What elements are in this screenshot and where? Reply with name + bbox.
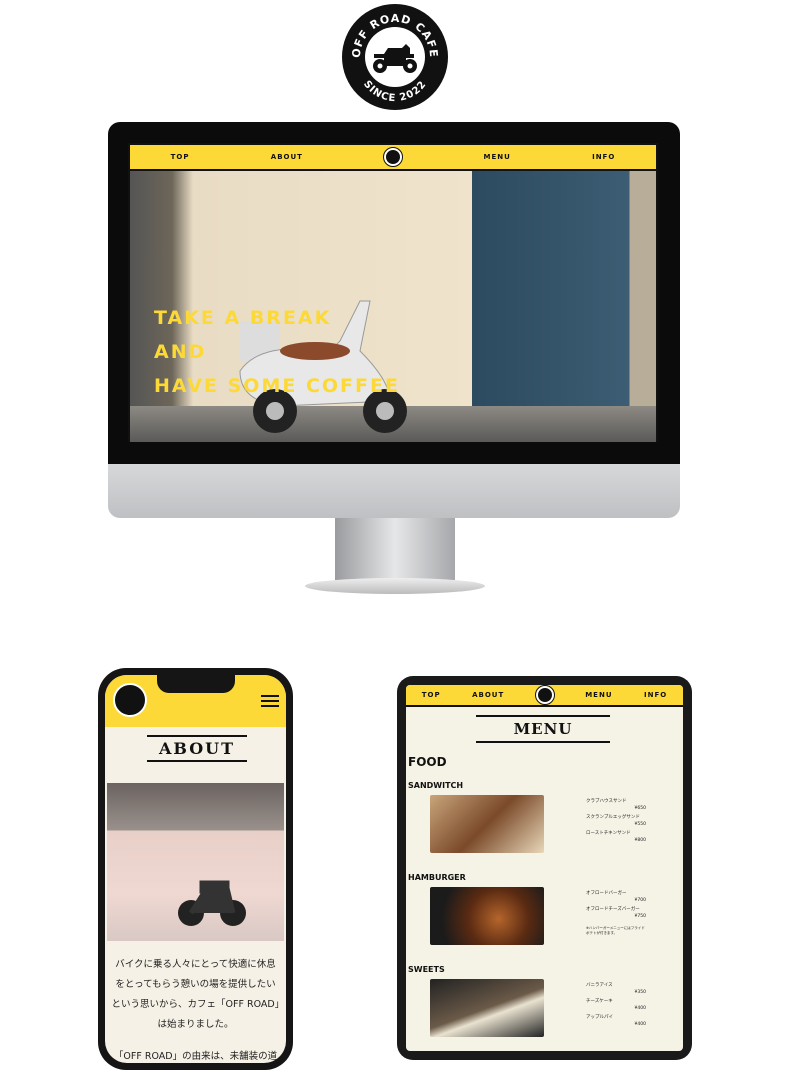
nav-top[interactable]: TOP [422,691,441,699]
menu-item: スクランブルエッグサンド ¥550 [586,815,646,827]
menu-item: オフロードバーガー ¥700 [586,891,646,903]
sandwich-photo [430,795,544,853]
tablet: TOP ABOUT MENU INFO MENU FOOD SANDWITCH … [397,676,692,1060]
hero-line: TAKE A BREAK [154,307,332,329]
category-heading: SANDWITCH [408,781,464,790]
nav-logo[interactable] [383,147,404,167]
off-road-cafe-logo: OFF ROAD CAFE SINCE 2022 [342,4,448,110]
nav-top[interactable]: TOP [171,153,190,161]
monitor-chin [108,462,680,518]
hamburger-menu-icon[interactable] [261,695,279,707]
menu-note: ※ハンバーガーメニューにはフライドポテトが付きます。 [586,926,645,935]
menu-item: バニラアイス ¥350 [586,983,646,995]
menu-item: チーズケーキ ¥400 [586,999,646,1011]
nav-info[interactable]: INFO [592,153,615,161]
desktop-site-preview: TOP ABOUT MENU INFO TAKE A BREAK AND HAV… [128,143,658,442]
smartphone: ABOUT バイクに乗る人々にとって快適に休息をとってもらう憩いの場を提供したい… [98,668,293,1070]
about-paragraph: バイクに乗る人々にとって快適に休息をとってもらう憩いの場を提供したいという思いか… [111,959,280,1030]
cafe-photo [107,783,284,941]
monitor-foot [305,578,485,594]
hero-image: TAKE A BREAK AND HAVE SOME COFFEE [130,171,656,442]
sandwich-menu-list: クラブハウスサンド ¥650 スクランブルエッグサンド ¥550 ローストチキンサン… [586,798,676,846]
hero-line: AND [154,341,207,363]
phone-logo[interactable] [113,683,147,717]
menu-item: ローストチキンサンド ¥800 [586,831,646,843]
category-heading: HAMBURGER [408,873,466,882]
about-paragraph: 「OFF ROAD」の由来は、未舗装の道を [113,1051,278,1062]
hamburger-menu-list: オフロードバーガー ¥700 オフロードチーズバーガー ¥750 ※ハンバーガーメニ… [586,890,676,936]
nav-about[interactable]: ABOUT [472,691,504,699]
hero-line: HAVE SOME COFFEE [154,375,400,397]
nav-menu[interactable]: MENU [484,153,511,161]
about-title: ABOUT [147,735,247,762]
hero-tagline: TAKE A BREAK AND HAVE SOME COFFEE [154,301,400,403]
sweets-photo [430,979,544,1037]
phone-notch [157,675,235,693]
desktop-nav: TOP ABOUT MENU INFO [130,145,656,169]
menu-item: アップルパイ ¥400 [586,1015,646,1027]
phone-site-preview: ABOUT バイクに乗る人々にとって快適に休息をとってもらう憩いの場を提供したい… [105,675,286,1063]
nav-menu[interactable]: MENU [585,691,612,699]
menu-item: クラブハウスサンド ¥650 [586,799,646,811]
nav-logo[interactable] [534,685,555,705]
sweets-menu-list: バニラアイス ¥350 チーズケーキ ¥400 アップルパイ ¥400 [586,982,676,1030]
monitor-stand [335,517,455,583]
motorcycle-image [178,880,246,926]
hamburger-photo [430,887,544,945]
tablet-nav: TOP ABOUT MENU INFO [406,685,683,707]
tablet-site-preview: TOP ABOUT MENU INFO MENU FOOD SANDWITCH … [406,685,683,1051]
about-text: バイクに乗る人々にとって快適に休息をとってもらう憩いの場を提供したいという思いか… [111,955,280,1063]
menu-item: オフロードチーズバーガー ¥750 [586,907,646,919]
food-heading: FOOD [408,755,447,769]
nav-info[interactable]: INFO [644,691,667,699]
category-heading: SWEETS [408,965,445,974]
menu-title: MENU [476,715,610,743]
nav-about[interactable]: ABOUT [271,153,303,161]
